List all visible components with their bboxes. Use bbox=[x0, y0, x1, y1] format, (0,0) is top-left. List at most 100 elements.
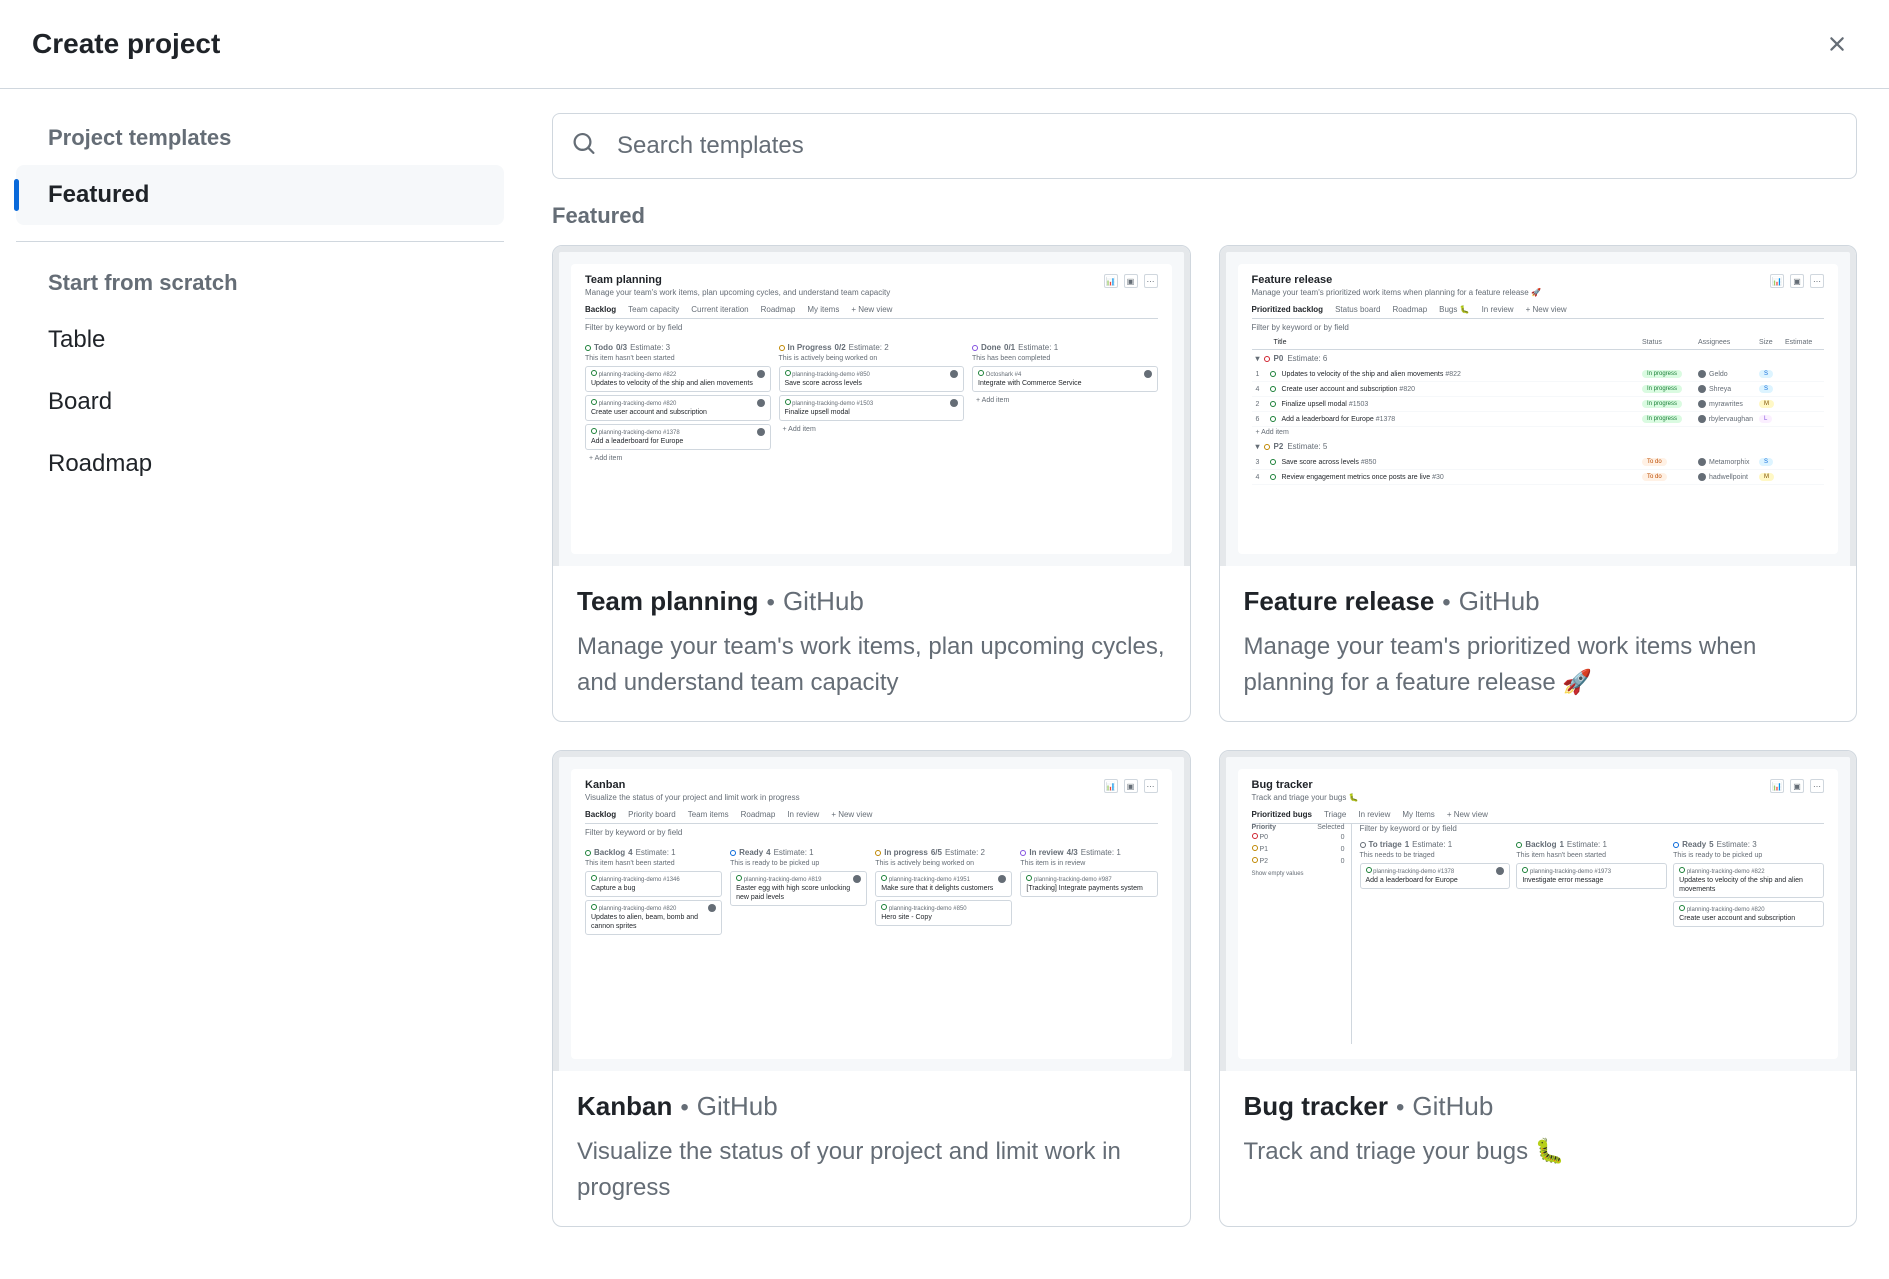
thumb-tab: My Items bbox=[1402, 810, 1434, 819]
col-sub: This item is in review bbox=[1020, 860, 1157, 867]
row-id: #1503 bbox=[1349, 401, 1368, 408]
search-wrap bbox=[552, 113, 1857, 179]
row-title: Save score across levels bbox=[1282, 459, 1359, 466]
menu-icon: ⋯ bbox=[1144, 779, 1158, 793]
template-thumbnail: 📊 ▣ ⋯ Kanban Visualize the status of you… bbox=[553, 751, 1190, 1071]
add-item: + Add item bbox=[1252, 427, 1825, 438]
create-project-dialog: Create project Project templates Feature… bbox=[0, 0, 1889, 1279]
sidebar-item-roadmap[interactable]: Roadmap bbox=[16, 434, 504, 494]
search-input[interactable] bbox=[552, 113, 1857, 179]
template-card-team-planning[interactable]: 📊 ▣ ⋯ Team planning Manage your team's w… bbox=[552, 245, 1191, 722]
side-label: P2 bbox=[1259, 858, 1268, 865]
separator: • bbox=[1442, 589, 1450, 617]
col-sub: This is actively being worked on bbox=[875, 860, 1012, 867]
item-title: Updates to velocity of the ship and alie… bbox=[591, 379, 765, 388]
template-card-feature-release[interactable]: 📊 ▣ ⋯ Feature release Manage your team's… bbox=[1219, 245, 1858, 722]
group-header: P0 bbox=[1274, 354, 1284, 363]
row-n: 4 bbox=[1256, 474, 1264, 481]
menu-icon: ⋯ bbox=[1144, 274, 1158, 288]
sidebar-item-table[interactable]: Table bbox=[16, 310, 504, 370]
chart-icon: 📊 bbox=[1104, 274, 1118, 288]
menu-icon: ⋯ bbox=[1810, 274, 1824, 288]
item-meta: planning-tracking-demo #1503 bbox=[792, 401, 873, 407]
thumb-tabs: Prioritized bugs Triage In review My Ite… bbox=[1252, 810, 1825, 824]
item-meta: planning-tracking-demo #850 bbox=[889, 906, 967, 912]
separator: • bbox=[1396, 1094, 1404, 1122]
template-thumbnail: 📊 ▣ ⋯ Team planning Manage your team's w… bbox=[553, 246, 1190, 566]
thumb-tab: Prioritized bugs bbox=[1252, 810, 1312, 819]
template-author: GitHub bbox=[783, 586, 864, 617]
add-item: + Add item bbox=[585, 453, 771, 464]
add-item: + Add item bbox=[972, 395, 1158, 406]
sidebar-item-board[interactable]: Board bbox=[16, 372, 504, 432]
thumb-title: Kanban bbox=[585, 779, 1158, 791]
col-count: 0/1 bbox=[1004, 343, 1015, 352]
dialog-title: Create project bbox=[32, 28, 220, 60]
template-card-kanban[interactable]: 📊 ▣ ⋯ Kanban Visualize the status of you… bbox=[552, 750, 1191, 1227]
templates-grid: 📊 ▣ ⋯ Team planning Manage your team's w… bbox=[552, 245, 1857, 1227]
thumb-filter: Filter by keyword or by field bbox=[585, 824, 1158, 841]
item-meta: planning-tracking-demo #1378 bbox=[599, 430, 680, 436]
panel-icon: ▣ bbox=[1790, 274, 1804, 288]
th: Title bbox=[1274, 339, 1637, 346]
template-card-bug-tracker[interactable]: 📊 ▣ ⋯ Bug tracker Track and triage your … bbox=[1219, 750, 1858, 1227]
col-count: 4 bbox=[766, 848, 770, 857]
panel-icon: ▣ bbox=[1790, 779, 1804, 793]
col-count: 0/2 bbox=[835, 343, 846, 352]
row-id: #30 bbox=[1432, 474, 1444, 481]
panel-icon: ▣ bbox=[1124, 274, 1138, 288]
item-meta: planning-tracking-demo #822 bbox=[599, 372, 677, 378]
side-count: 0 bbox=[1341, 846, 1345, 853]
panel-icon: ▣ bbox=[1124, 779, 1138, 793]
col-name: To triage bbox=[1369, 840, 1402, 849]
size-pill: S bbox=[1759, 385, 1773, 393]
row-id: #850 bbox=[1361, 459, 1377, 466]
col-count: 0/3 bbox=[616, 343, 627, 352]
item-meta: planning-tracking-demo #1378 bbox=[1373, 869, 1454, 875]
row-title: Updates to velocity of the ship and alie… bbox=[1282, 371, 1444, 378]
sidebar-section-scratch: Start from scratch bbox=[16, 258, 504, 308]
row-n: 4 bbox=[1256, 386, 1264, 393]
size-pill: M bbox=[1759, 400, 1774, 408]
thumb-tab: My items bbox=[807, 305, 839, 314]
th: Status bbox=[1642, 339, 1692, 346]
side-header: Priority bbox=[1252, 824, 1277, 831]
size-pill: S bbox=[1759, 458, 1773, 466]
assignee: hadwellpoint bbox=[1709, 474, 1748, 481]
col-name: Backlog bbox=[1525, 840, 1556, 849]
sidebar-divider bbox=[16, 241, 504, 242]
item-meta: Octoshark #4 bbox=[986, 372, 1022, 378]
assignee: myrawrites bbox=[1709, 401, 1743, 408]
template-info: Feature release • GitHub Manage your tea… bbox=[1220, 566, 1857, 721]
template-info: Team planning • GitHub Manage your team'… bbox=[553, 566, 1190, 721]
chart-icon: 📊 bbox=[1104, 779, 1118, 793]
thumb-subtitle: Track and triage your bugs 🐛 bbox=[1252, 793, 1825, 802]
side-label: P0 bbox=[1259, 834, 1268, 841]
col-est: Estimate: 1 bbox=[774, 848, 814, 857]
col-count: 4/3 bbox=[1067, 848, 1078, 857]
col-sub: This has been completed bbox=[972, 355, 1158, 362]
item-title: Integrate with Commerce Service bbox=[978, 379, 1152, 388]
template-thumbnail: 📊 ▣ ⋯ Feature release Manage your team's… bbox=[1220, 246, 1857, 566]
section-title: Featured bbox=[552, 203, 1857, 229]
menu-icon: ⋯ bbox=[1810, 779, 1824, 793]
thumb-tab: + New view bbox=[831, 810, 872, 819]
main-content: Featured 📊 ▣ ⋯ Team planning Manage your… bbox=[520, 89, 1889, 1279]
row-n: 2 bbox=[1256, 401, 1264, 408]
col-sub: This is ready to be picked up bbox=[1673, 852, 1824, 859]
thumb-tab: Backlog bbox=[585, 810, 616, 819]
chart-icon: 📊 bbox=[1770, 274, 1784, 288]
item-title: Investigate error message bbox=[1522, 876, 1661, 885]
thumb-tabs: Prioritized backlog Status board Roadmap… bbox=[1252, 305, 1825, 319]
col-sub: This is actively being worked on bbox=[779, 355, 965, 362]
col-est: Estimate: 2 bbox=[849, 343, 889, 352]
item-meta: planning-tracking-demo #819 bbox=[744, 877, 822, 883]
template-description: Track and triage your bugs 🐛 bbox=[1244, 1134, 1833, 1170]
item-meta: planning-tracking-demo #820 bbox=[1687, 907, 1765, 913]
sidebar-item-featured[interactable]: Featured bbox=[16, 165, 504, 225]
thumb-tab: + New view bbox=[1526, 305, 1567, 314]
size-pill: S bbox=[1759, 370, 1773, 378]
add-item: + Add item bbox=[779, 424, 965, 435]
status-pill: To do bbox=[1642, 473, 1667, 481]
close-button[interactable] bbox=[1817, 24, 1857, 64]
